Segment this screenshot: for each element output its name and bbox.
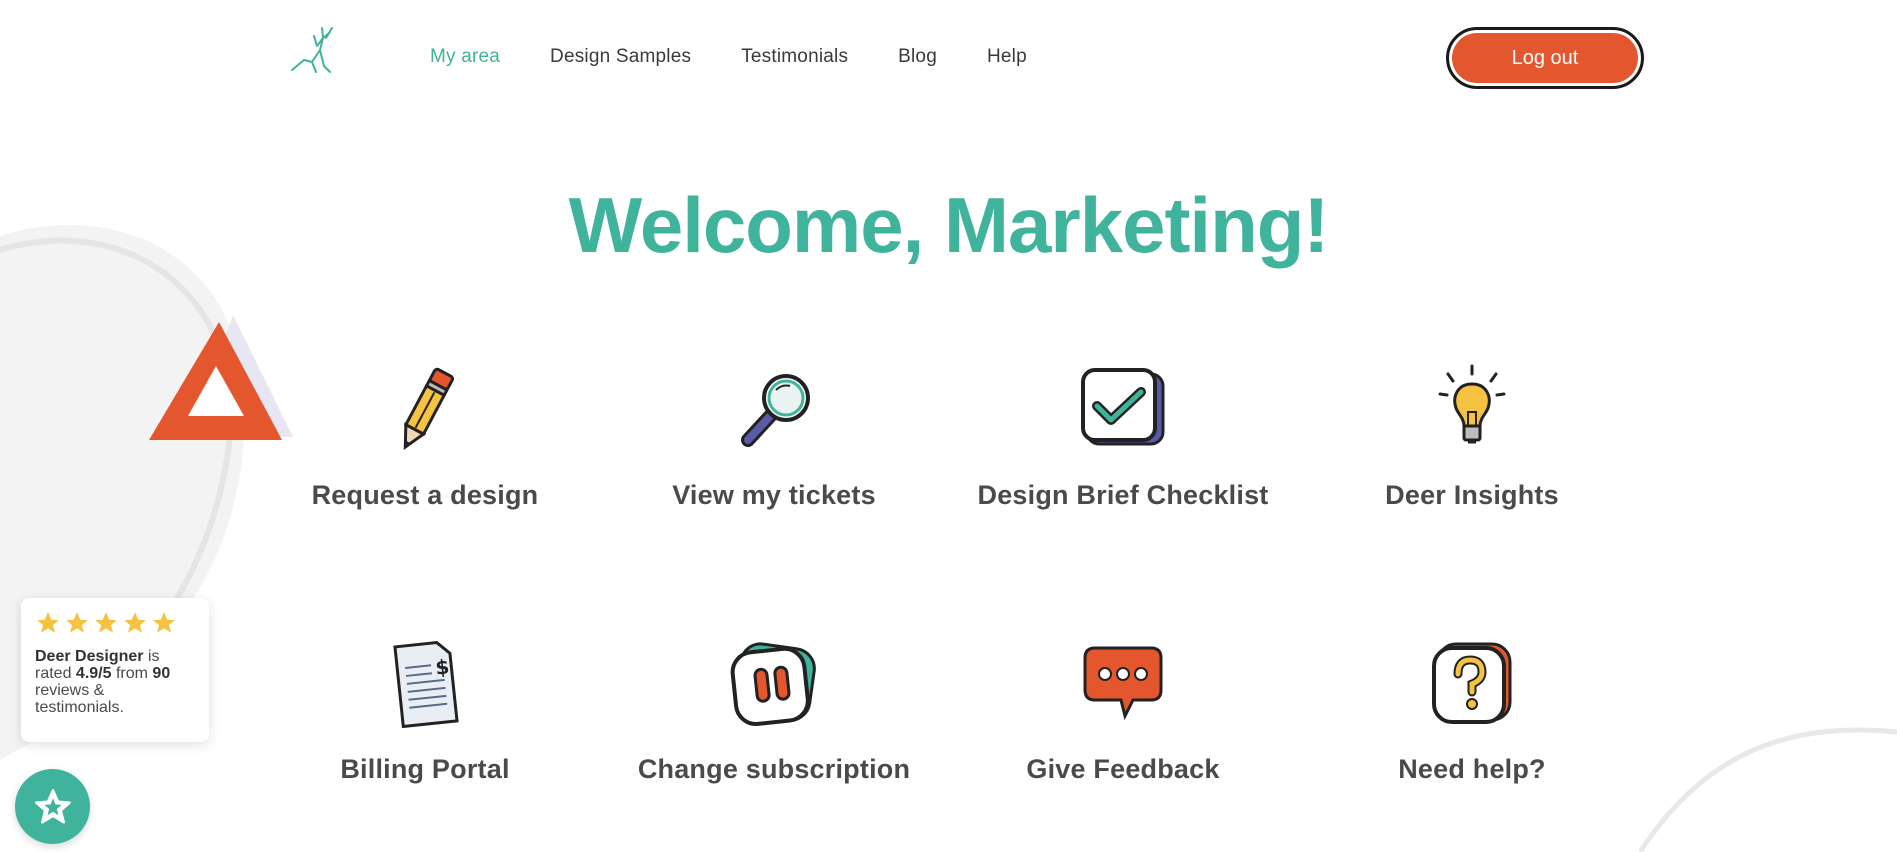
star-icon — [66, 612, 88, 633]
star-icon — [95, 612, 117, 633]
pencil-icon — [403, 367, 454, 451]
card-label: Design Brief Checklist — [977, 480, 1269, 510]
speech-bubble-icon — [1083, 646, 1163, 721]
card-change-subscription[interactable]: Change subscription — [609, 636, 939, 785]
nav-testimonials[interactable]: Testimonials — [741, 46, 848, 68]
magnifier-icon — [741, 374, 810, 447]
card-label: Billing Portal — [340, 754, 510, 784]
checkbox-icon — [1081, 368, 1165, 446]
site-header: My area Design Samples Testimonials Blog… — [0, 0, 1897, 120]
rating-count: 90 — [152, 665, 171, 682]
card-need-help[interactable]: Need help? — [1307, 636, 1637, 785]
star-icon — [153, 612, 175, 633]
card-label: Request a design — [311, 480, 539, 510]
rating-score: 4.9/5 — [75, 665, 112, 682]
card-design-brief-checklist[interactable]: Design Brief Checklist — [958, 362, 1288, 511]
deer-logo-icon[interactable] — [286, 24, 342, 76]
star-outline-icon — [34, 788, 71, 824]
card-label: Give Feedback — [1026, 754, 1220, 784]
rating-tail: reviews & testimonials. — [35, 682, 124, 716]
nav-blog[interactable]: Blog — [898, 46, 937, 68]
card-view-tickets[interactable]: View my tickets — [609, 362, 939, 511]
rating-text: Deer Designer is rated 4.9/5 from 90 rev… — [35, 648, 195, 716]
card-billing-portal[interactable]: $ Billing Portal — [260, 636, 590, 785]
card-request-design[interactable]: Request a design — [260, 362, 590, 511]
rating-brand: Deer Designer — [35, 648, 144, 665]
lightbulb-icon — [1438, 364, 1506, 444]
page-title: Welcome, Marketing! — [568, 181, 1330, 269]
card-label: View my tickets — [672, 480, 876, 510]
reviews-star-button[interactable] — [15, 769, 90, 844]
nav-design-samples[interactable]: Design Samples — [550, 46, 691, 68]
rating-stars — [35, 610, 195, 636]
pause-icon — [730, 642, 816, 726]
card-label: Change subscription — [637, 754, 911, 784]
star-icon — [37, 612, 59, 633]
main-nav: My area Design Samples Testimonials Blog… — [430, 46, 1077, 68]
svg-text:$: $ — [434, 654, 450, 679]
card-deer-insights[interactable]: Deer Insights — [1307, 362, 1637, 511]
nav-my-area[interactable]: My area — [430, 46, 500, 68]
rating-widget[interactable]: Deer Designer is rated 4.9/5 from 90 rev… — [21, 598, 209, 742]
star-icon — [124, 612, 146, 633]
card-label: Need help? — [1398, 754, 1546, 784]
logout-button[interactable]: Log out — [1446, 27, 1644, 89]
card-label: Deer Insights — [1385, 480, 1559, 510]
nav-help[interactable]: Help — [987, 46, 1027, 68]
invoice-icon: $ — [393, 640, 459, 729]
card-give-feedback[interactable]: Give Feedback — [958, 636, 1288, 785]
rating-from: from — [115, 665, 148, 682]
question-icon — [1432, 642, 1512, 724]
